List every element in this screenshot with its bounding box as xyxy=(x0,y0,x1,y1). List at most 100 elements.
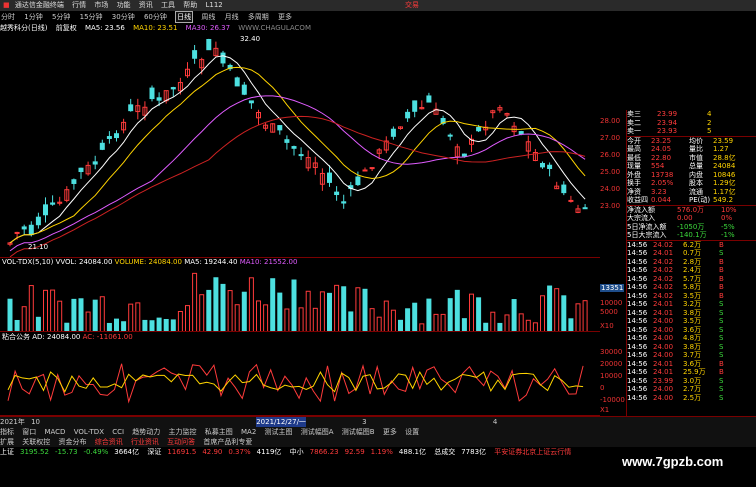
tab-vol[interactable]: VOL-TDX xyxy=(74,428,104,436)
func-expand[interactable]: 扩展 xyxy=(0,437,14,447)
tick-row: 14:56 24.00 3.5万 S xyxy=(627,317,756,326)
indicator-svg xyxy=(7,363,584,404)
stat-label: 收益四 xyxy=(627,196,648,204)
tab-trend[interactable]: 趋势动力 xyxy=(132,427,160,437)
menu-market[interactable]: 市场 xyxy=(94,0,108,10)
volume-svg xyxy=(7,272,588,331)
tick-time: 14:56 xyxy=(627,308,648,317)
tick-time: 14:56 xyxy=(627,249,648,257)
price-tick: 25.00 xyxy=(600,168,621,176)
tab-ma2[interactable]: MA2 xyxy=(241,428,256,436)
menu-func[interactable]: 功能 xyxy=(117,0,131,10)
trade-button[interactable]: 交易 xyxy=(405,0,419,10)
candle-body xyxy=(540,162,545,168)
kline-chart[interactable]: 32.40 21.10 xyxy=(0,33,600,258)
volume-chart[interactable]: VOL-TDX(5,10) VVOL: 24084.00 VOLUME: 240… xyxy=(0,258,600,332)
tab-private[interactable]: 私募主图 xyxy=(205,427,233,437)
ma5-line xyxy=(9,55,586,244)
stat-value: 13738 xyxy=(651,170,674,179)
ask-level: 卖三 xyxy=(627,110,641,118)
stat-value: 549.2 xyxy=(713,196,734,204)
tick-row: 14:56 24.00 2.5万 S xyxy=(627,394,756,403)
tab-more[interactable]: 更多 xyxy=(383,427,397,437)
tab-cci[interactable]: CCI xyxy=(112,428,124,436)
stat-row: 现量 554 总量 24084 xyxy=(627,162,756,171)
candle-body xyxy=(50,202,56,205)
period-15m[interactable]: 15分钟 xyxy=(79,12,104,22)
flow-pct: 10% xyxy=(721,205,737,214)
candle-body xyxy=(284,139,290,143)
period-5m[interactable]: 5分钟 xyxy=(51,12,71,22)
app-title: 通达信金融终端 xyxy=(14,1,64,9)
period-30m[interactable]: 30分钟 xyxy=(111,12,136,22)
tick-price: 24.01 xyxy=(653,368,674,376)
period-weekly[interactable]: 周线 xyxy=(200,12,216,22)
stat-label: 均价 xyxy=(689,136,703,145)
tick-volume: 25.9万 xyxy=(683,368,706,376)
tick-price: 24.01 xyxy=(653,249,674,257)
tick-time: 14:56 xyxy=(627,368,648,376)
tick-volume: 2.4万 xyxy=(683,266,702,274)
tick-volume: 5.8万 xyxy=(683,283,702,291)
menu-tools[interactable]: 工具 xyxy=(161,0,175,10)
tick-volume: 6.2万 xyxy=(683,240,702,249)
tab-monitor[interactable]: 主力监控 xyxy=(169,427,197,437)
volume-bar xyxy=(469,293,474,331)
stat-label: 总量 xyxy=(689,162,703,170)
tick-side: B xyxy=(719,274,724,283)
volume-bar xyxy=(149,320,155,331)
tick-side: S xyxy=(719,308,724,317)
tab-test-b[interactable]: 测试幅图B xyxy=(342,427,375,437)
indicator-header: 粘合公务 AD: 24084.00 AC: -11061.00 xyxy=(2,333,133,341)
volume-bar xyxy=(554,288,560,331)
tick-price: 24.00 xyxy=(653,317,674,325)
candle-body xyxy=(476,127,482,132)
func-industry[interactable]: 行业资讯 xyxy=(131,437,159,447)
flow-label: 5日大宗流入 xyxy=(627,231,667,239)
period-daily[interactable]: 日线 xyxy=(175,11,194,23)
volume-bar xyxy=(412,302,418,331)
ma5-label: MA5: 23.56 xyxy=(84,24,125,32)
tick-row: 14:56 24.02 5.8万 B xyxy=(627,283,756,292)
adjust-mode[interactable]: 前复权 xyxy=(56,23,77,33)
flow-label: 5日净流入额 xyxy=(627,222,667,231)
period-60m[interactable]: 60分钟 xyxy=(143,12,168,22)
volume-bar xyxy=(156,317,162,331)
tab-window[interactable]: 窗口 xyxy=(22,427,36,437)
volume-bar xyxy=(185,305,190,331)
tick-price: 24.02 xyxy=(653,283,674,291)
candle-body xyxy=(447,134,453,137)
func-qa[interactable]: 互动问答 xyxy=(167,437,195,447)
tick-time: 14:56 xyxy=(627,385,648,393)
candle-body xyxy=(362,169,368,172)
menu-l2[interactable]: L112 xyxy=(206,1,223,9)
period-1m[interactable]: 1分钟 xyxy=(23,12,43,22)
func-news[interactable]: 综合资讯 xyxy=(95,437,123,447)
tick-volume: 3.6万 xyxy=(683,359,702,368)
tick-row: 14:56 24.00 4.8万 S xyxy=(627,334,756,343)
period-more[interactable]: 更多 xyxy=(277,12,293,22)
menu-news[interactable]: 资讯 xyxy=(139,0,153,10)
tab-test-main[interactable]: 测试主图 xyxy=(265,427,293,437)
volume-bar xyxy=(447,298,453,331)
volume-bar xyxy=(376,316,382,331)
period-multi[interactable]: 多周期 xyxy=(247,12,270,22)
stat-row: 最低 22.80 市值 28.8亿 xyxy=(627,154,756,163)
func-funds[interactable]: 资金分布 xyxy=(58,437,86,447)
menu-help[interactable]: 帮助 xyxy=(183,0,197,10)
period-monthly[interactable]: 月线 xyxy=(224,12,240,22)
func-related[interactable]: 关联权控 xyxy=(22,437,50,447)
period-fenshi[interactable]: 分时 xyxy=(0,12,16,22)
tab-indicator[interactable]: 指标 xyxy=(0,427,14,437)
tab-settings[interactable]: 设置 xyxy=(405,427,419,437)
func-bar: 扩展 关联权控 资金分布 综合资讯 行业资讯 互动问答 首席产品利专爱 xyxy=(0,437,756,447)
func-product[interactable]: 首席产品利专爱 xyxy=(203,437,252,447)
menu-hq[interactable]: 行情 xyxy=(72,0,86,10)
indicator-chart[interactable]: 粘合公务 AD: 24084.00 AC: -11061.00 xyxy=(0,332,600,416)
tick-list[interactable]: 14:56 24.02 6.2万 B 14:56 24.01 0.7万 S 14:56 24.02… xyxy=(627,239,756,403)
flow-label: 大宗流入 xyxy=(627,214,655,222)
stat-label: 外盘 xyxy=(627,170,641,179)
candle-body xyxy=(106,136,112,139)
tab-macd[interactable]: MACD xyxy=(44,428,65,436)
tab-test-a[interactable]: 测试幅图A xyxy=(301,427,334,437)
